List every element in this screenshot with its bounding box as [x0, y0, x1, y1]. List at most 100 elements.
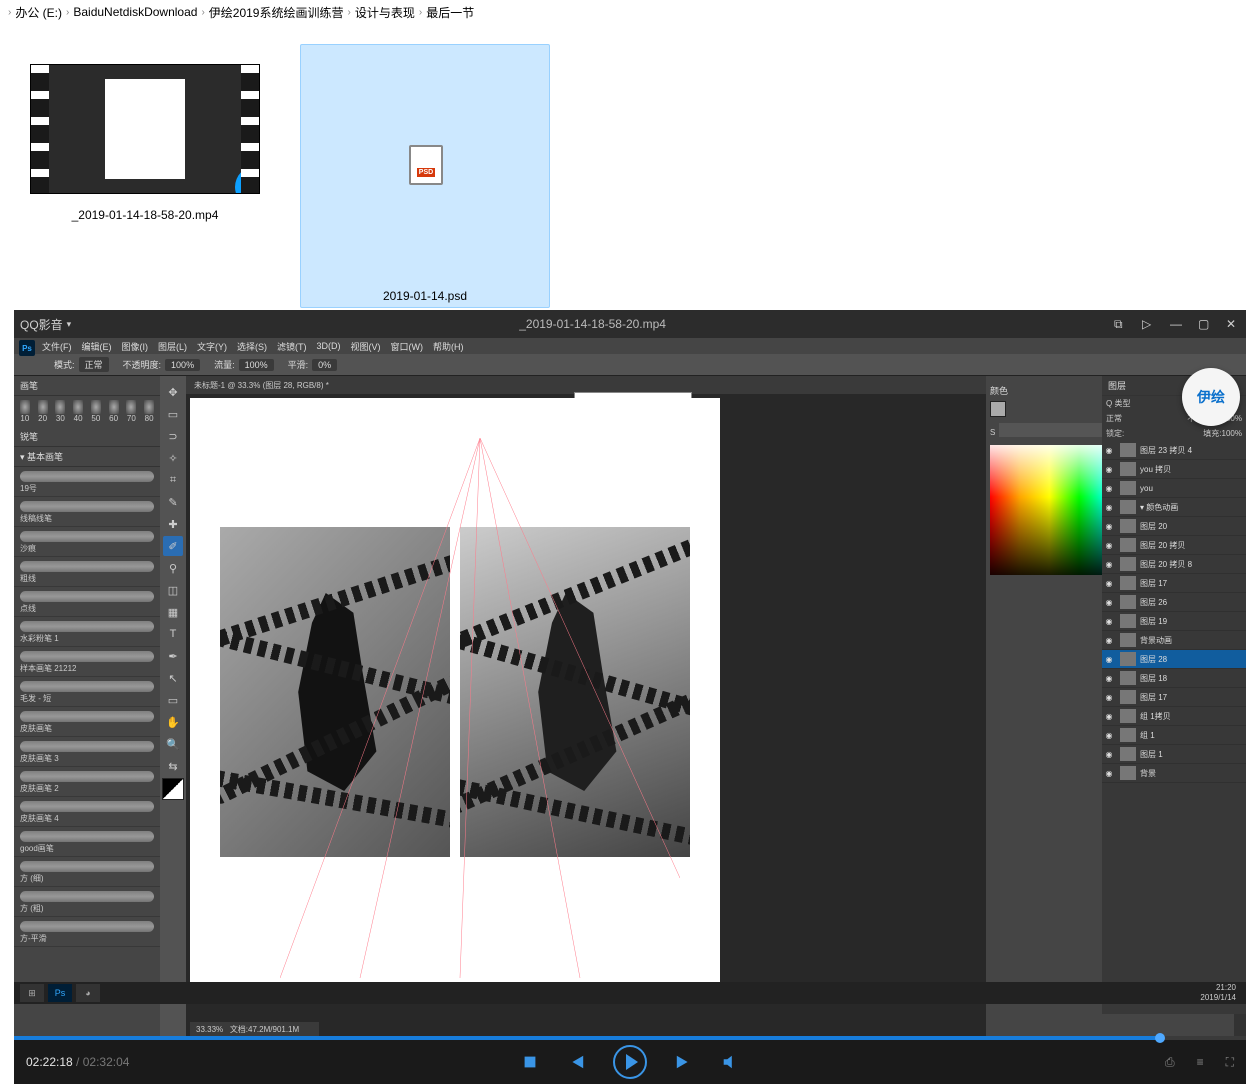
visibility-eye-icon[interactable]: ◉: [1102, 712, 1116, 721]
visibility-eye-icon[interactable]: ◉: [1102, 579, 1116, 588]
menu-item[interactable]: 视图(V): [351, 340, 381, 353]
layer-row[interactable]: ◉图层 17: [1102, 574, 1246, 593]
visibility-eye-icon[interactable]: ◉: [1102, 750, 1116, 759]
layer-row[interactable]: ◉背景动画: [1102, 631, 1246, 650]
compact-icon[interactable]: ⧉: [1114, 317, 1128, 331]
brush-preset[interactable]: 毛发 - 短: [14, 677, 160, 707]
brush-size[interactable]: 70: [125, 400, 139, 423]
volume-button[interactable]: [721, 1053, 739, 1071]
pin-icon[interactable]: ▷: [1142, 317, 1156, 331]
visibility-eye-icon[interactable]: ◉: [1102, 693, 1116, 702]
breadcrumb[interactable]: › 办公 (E:) › BaiduNetdiskDownload › 伊绘201…: [0, 0, 1260, 24]
layer-row[interactable]: ◉图层 20 拷贝: [1102, 536, 1246, 555]
visibility-eye-icon[interactable]: ◉: [1102, 769, 1116, 778]
taskbar-chrome-icon[interactable]: ◕: [76, 984, 100, 1002]
move-tool-icon[interactable]: ✥: [163, 382, 183, 402]
brush-preset[interactable]: 样本画笔 21212: [14, 647, 160, 677]
layer-row[interactable]: ◉图层 18: [1102, 669, 1246, 688]
blend-mode[interactable]: 正常: [79, 357, 109, 372]
hand-tool-icon[interactable]: ✋: [163, 712, 183, 732]
text-tool-icon[interactable]: T: [163, 624, 183, 644]
brush-preset[interactable]: 水彩粉笔 1: [14, 617, 160, 647]
maximize-icon[interactable]: ▢: [1198, 317, 1212, 331]
color-swatch[interactable]: [990, 401, 1006, 417]
visibility-eye-icon[interactable]: ◉: [1102, 446, 1116, 455]
layer-row[interactable]: ◉图层 26: [1102, 593, 1246, 612]
brush-size[interactable]: 50: [89, 400, 103, 423]
visibility-eye-icon[interactable]: ◉: [1102, 560, 1116, 569]
brush-preset[interactable]: 粗线: [14, 557, 160, 587]
brush-preset[interactable]: 沙痕: [14, 527, 160, 557]
video-content[interactable]: Ps 文件(F) 编辑(E) 图像(I) 图层(L) 文字(Y) 选择(S) 滤…: [14, 338, 1246, 1036]
visibility-eye-icon[interactable]: ◉: [1102, 655, 1116, 664]
brush-size[interactable]: 10: [18, 400, 32, 423]
brush-preset[interactable]: 点线: [14, 587, 160, 617]
brush-preset[interactable]: 方 (细): [14, 857, 160, 887]
visibility-eye-icon[interactable]: ◉: [1102, 503, 1116, 512]
taskbar-ps-icon[interactable]: Ps: [48, 984, 72, 1002]
layer-row[interactable]: ◉图层 20: [1102, 517, 1246, 536]
lasso-tool-icon[interactable]: ⊃: [163, 426, 183, 446]
layer-row[interactable]: ◉图层 28: [1102, 650, 1246, 669]
visibility-eye-icon[interactable]: ◉: [1102, 465, 1116, 474]
path-tool-icon[interactable]: ↖: [163, 668, 183, 688]
menu-item[interactable]: 3D(D): [317, 341, 341, 351]
visibility-eye-icon[interactable]: ◉: [1102, 617, 1116, 626]
layer-row[interactable]: ◉背景: [1102, 764, 1246, 783]
menu-item[interactable]: 文件(F): [42, 340, 72, 353]
stamp-tool-icon[interactable]: ⚲: [163, 558, 183, 578]
brush-preset[interactable]: 方 (粗): [14, 887, 160, 917]
flow-input[interactable]: 100%: [239, 359, 274, 371]
layer-row[interactable]: ◉组 1拷贝: [1102, 707, 1246, 726]
layer-row[interactable]: ◉组 1: [1102, 726, 1246, 745]
brush-size[interactable]: 60: [107, 400, 121, 423]
player-app-name[interactable]: QQ影音 ▾: [20, 316, 71, 333]
breadcrumb-item[interactable]: 最后一节: [426, 4, 474, 21]
playlist-button[interactable]: ≡: [1197, 1055, 1204, 1070]
eraser-tool-icon[interactable]: ◫: [163, 580, 183, 600]
brush-preset[interactable]: 皮肤画笔 3: [14, 737, 160, 767]
brush-tool-icon[interactable]: ✐: [163, 536, 183, 556]
marquee-tool-icon[interactable]: ▭: [163, 404, 183, 424]
brush-preset[interactable]: 皮肤画笔 4: [14, 797, 160, 827]
brush-group[interactable]: ▾ 基本画笔: [14, 447, 160, 467]
breadcrumb-item[interactable]: BaiduNetdiskDownload: [73, 5, 197, 19]
menu-item[interactable]: 图像(I): [122, 340, 149, 353]
brush-preset[interactable]: 皮肤画笔: [14, 707, 160, 737]
opacity-input[interactable]: 100%: [165, 359, 200, 371]
crop-tool-icon[interactable]: ⌗: [163, 470, 183, 490]
menu-item[interactable]: 窗口(W): [391, 340, 424, 353]
brush-preset[interactable]: 19号: [14, 467, 160, 497]
prev-button[interactable]: [567, 1053, 585, 1071]
zoom-tool-icon[interactable]: 🔍: [163, 734, 183, 754]
layer-blend-mode[interactable]: 正常: [1106, 413, 1122, 424]
canvas[interactable]: [190, 398, 720, 986]
visibility-eye-icon[interactable]: ◉: [1102, 484, 1116, 493]
layer-fill[interactable]: 100%: [1222, 429, 1242, 438]
menu-item[interactable]: 帮助(H): [433, 340, 464, 353]
pen-tool-icon[interactable]: ✒: [163, 646, 183, 666]
play-button[interactable]: [613, 1045, 647, 1079]
layer-row[interactable]: ◉you 拷贝: [1102, 460, 1246, 479]
menu-item[interactable]: 滤镜(T): [277, 340, 307, 353]
layer-row[interactable]: ◉图层 1: [1102, 745, 1246, 764]
eyedropper-tool-icon[interactable]: ✎: [163, 492, 183, 512]
layer-row[interactable]: ◉▾ 颜色动画: [1102, 498, 1246, 517]
visibility-eye-icon[interactable]: ◉: [1102, 598, 1116, 607]
minimize-icon[interactable]: —: [1170, 317, 1184, 331]
layer-row[interactable]: ◉图层 17: [1102, 688, 1246, 707]
visibility-eye-icon[interactable]: ◉: [1102, 522, 1116, 531]
seek-knob-icon[interactable]: [1155, 1033, 1165, 1043]
breadcrumb-item[interactable]: 办公 (E:): [15, 4, 62, 21]
layer-row[interactable]: ◉图层 20 拷贝 8: [1102, 555, 1246, 574]
breadcrumb-item[interactable]: 设计与表现: [355, 4, 415, 21]
menu-item[interactable]: 编辑(E): [82, 340, 112, 353]
visibility-eye-icon[interactable]: ◉: [1102, 674, 1116, 683]
layer-row[interactable]: ◉you: [1102, 479, 1246, 498]
brush-size[interactable]: 30: [54, 400, 68, 423]
heal-tool-icon[interactable]: ✚: [163, 514, 183, 534]
menu-item[interactable]: 文字(Y): [197, 340, 227, 353]
next-button[interactable]: [675, 1053, 693, 1071]
brush-preset[interactable]: good画笔: [14, 827, 160, 857]
visibility-eye-icon[interactable]: ◉: [1102, 731, 1116, 740]
